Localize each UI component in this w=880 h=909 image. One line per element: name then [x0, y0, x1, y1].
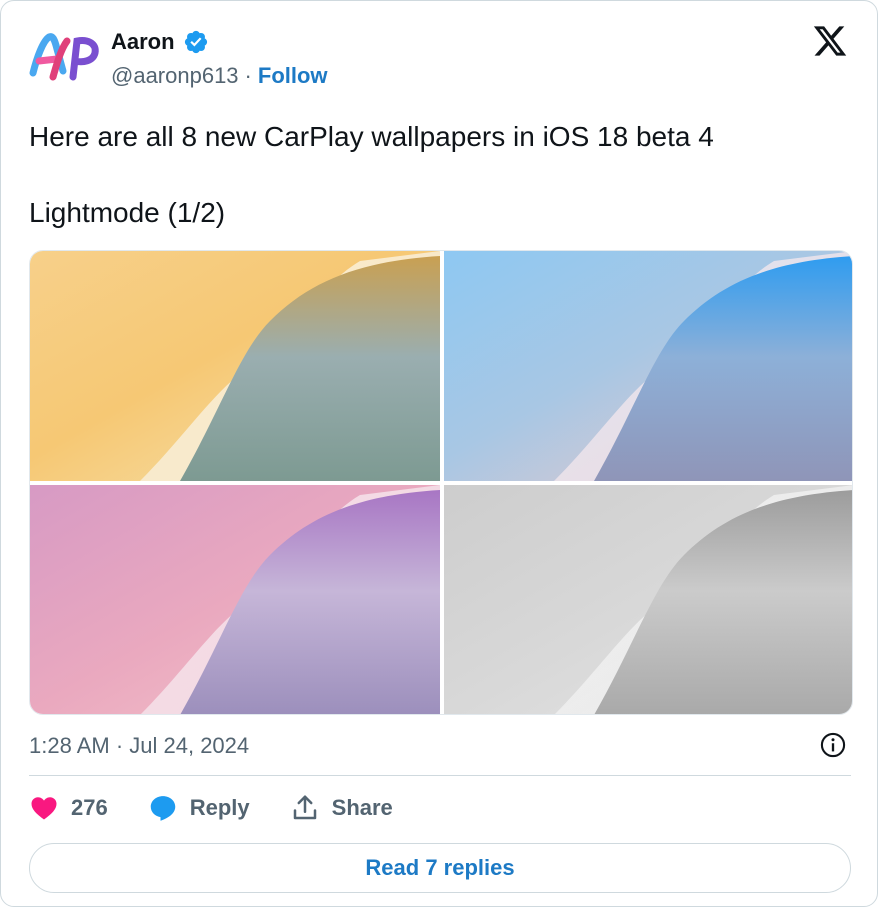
reply-label: Reply — [189, 795, 250, 820]
tweet-text-line: Lightmode (1/2) — [29, 197, 226, 228]
tweet-embed-card: Aaron @aaronp613 · Follow Here are all 8… — [0, 0, 878, 907]
separator-dot: · — [244, 63, 252, 88]
x-logo-icon[interactable] — [811, 23, 849, 59]
wallpaper-gray-image — [444, 485, 852, 714]
reply-button[interactable]: Reply — [148, 793, 250, 823]
media-grid — [29, 250, 853, 715]
reply-bubble-icon — [150, 796, 175, 821]
share-icon — [293, 795, 316, 820]
media-image-4[interactable] — [444, 485, 852, 714]
share-label: Share — [331, 795, 393, 820]
tweet-text-line: Here are all 8 new CarPlay wallpapers in… — [29, 121, 714, 152]
share-button[interactable]: Share — [290, 793, 393, 823]
tweet-actions: 276 Reply Share — [29, 793, 433, 823]
tweet-text: Here are all 8 new CarPlay wallpapers in… — [29, 117, 714, 233]
divider — [29, 775, 851, 776]
verified-badge-icon — [183, 29, 209, 55]
wallpaper-pink-purple-image — [30, 485, 440, 714]
media-image-3[interactable] — [30, 485, 440, 714]
media-image-1[interactable] — [30, 251, 440, 481]
like-button[interactable]: 276 — [29, 793, 108, 823]
tweet-timestamp[interactable]: 1:28 AM · Jul 24, 2024 — [29, 733, 249, 759]
author-name[interactable]: Aaron — [111, 29, 175, 55]
wallpaper-blue-image — [444, 251, 852, 481]
like-count: 276 — [71, 795, 108, 820]
info-icon[interactable] — [819, 731, 847, 759]
author-avatar[interactable] — [27, 27, 103, 87]
media-image-2[interactable] — [444, 251, 852, 481]
author-name-row: Aaron — [111, 29, 209, 55]
heart-icon — [31, 797, 57, 820]
wallpaper-orange-teal-image — [30, 251, 440, 481]
read-replies-button[interactable]: Read 7 replies — [29, 843, 851, 893]
follow-button[interactable]: Follow — [258, 63, 328, 89]
author-handle[interactable]: @aaronp613 — [111, 63, 239, 89]
author-handle-row: @aaronp613 · Follow — [111, 63, 328, 89]
